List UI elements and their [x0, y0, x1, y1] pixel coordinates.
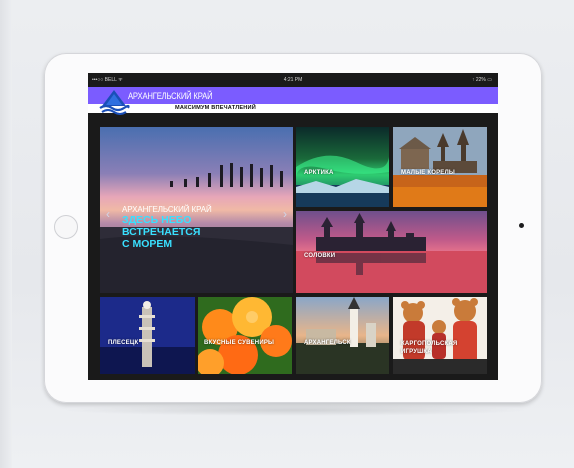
tile-arktika[interactable]: АРКТИКА: [296, 127, 389, 207]
bottom-bar: [88, 374, 498, 380]
chevron-left-icon[interactable]: ‹: [106, 207, 110, 221]
hero-tile[interactable]: ‹ › АРХАНГЕЛЬСКИЙ КРАЙ ЗДЕСЬ НЕБО ВСТРЕЧ…: [100, 127, 293, 293]
tile-solovki[interactable]: СОЛОВКИ: [296, 211, 487, 293]
status-bar: •••○○ BELL ᯤ 4:21 PM ↑ 22% ▭: [88, 73, 498, 87]
logo-icon[interactable]: [98, 89, 130, 115]
tile-label: АРХАНГЕЛЬСК: [304, 340, 351, 346]
tile-label-line: ИГРУШКА: [401, 349, 432, 355]
hero-line: С МОРЕМ: [122, 238, 173, 250]
hero-title: АРХАНГЕЛЬСКИЙ КРАЙ: [122, 205, 212, 214]
app-title: АРХАНГЕЛЬСКИЙ КРАЙ: [128, 91, 213, 101]
home-button[interactable]: [54, 215, 78, 239]
tile-arkhangelsk[interactable]: АРХАНГЕЛЬСК: [296, 297, 389, 374]
device-shadow: [60, 404, 530, 416]
tile-label: МАЛЫЕ КОРЕЛЫ: [401, 170, 455, 176]
tile-label: СОЛОВКИ: [304, 253, 336, 259]
camera-icon: [519, 223, 524, 228]
app-header: АРХАНГЕЛЬСКИЙ КРАЙ МАКСИМУМ ВПЕЧАТЛЕНИЙ: [88, 87, 498, 115]
chevron-right-icon[interactable]: ›: [283, 207, 287, 221]
background-edge: [0, 0, 12, 468]
solovki-monastery-image: [296, 211, 487, 293]
bear-toys-image: [393, 297, 487, 374]
wooden-church-image: [393, 127, 487, 207]
tile-label: ПЛЕСЕЦК: [108, 340, 139, 346]
battery-indicator: ↑ 22% ▭: [471, 77, 492, 83]
app-subtitle: МАКСИМУМ ВПЕЧАТЛЕНИЙ: [175, 105, 256, 111]
cloudberry-image: [198, 297, 292, 374]
tile-kargopolskaya-igrushka[interactable]: КАРГОПОЛЬСКАЯ ИГРУШКА: [393, 297, 487, 374]
arkhangelsk-city-image: [296, 297, 389, 374]
hero-line: ВСТРЕЧАЕТСЯ: [122, 226, 201, 238]
aurora-image: [296, 127, 389, 207]
tile-label: ВКУСНЫЕ СУВЕНИРЫ: [204, 340, 275, 346]
hero-line: ЗДЕСЬ НЕБО: [122, 214, 192, 226]
tile-malye-korely[interactable]: МАЛЫЕ КОРЕЛЫ: [393, 127, 487, 207]
tile-plesetsk[interactable]: ПЛЕСЕЦК: [100, 297, 195, 374]
plesetsk-tower-image: [100, 297, 195, 374]
tile-label: АРКТИКА: [304, 170, 334, 176]
tile-vkusnye-suveniry[interactable]: ВКУСНЫЕ СУВЕНИРЫ: [198, 297, 292, 374]
hero-caption: АРХАНГЕЛЬСКИЙ КРАЙ ЗДЕСЬ НЕБО ВСТРЕЧАЕТС…: [122, 205, 212, 250]
tile-label-line: КАРГОПОЛЬСКАЯ: [401, 341, 458, 347]
app-screen: •••○○ BELL ᯤ 4:21 PM ↑ 22% ▭ АРХАНГЕЛЬСК…: [88, 73, 498, 380]
tile-label: КАРГОПОЛЬСКАЯ ИГРУШКА: [401, 340, 457, 356]
status-time: 4:21 PM: [283, 77, 303, 83]
